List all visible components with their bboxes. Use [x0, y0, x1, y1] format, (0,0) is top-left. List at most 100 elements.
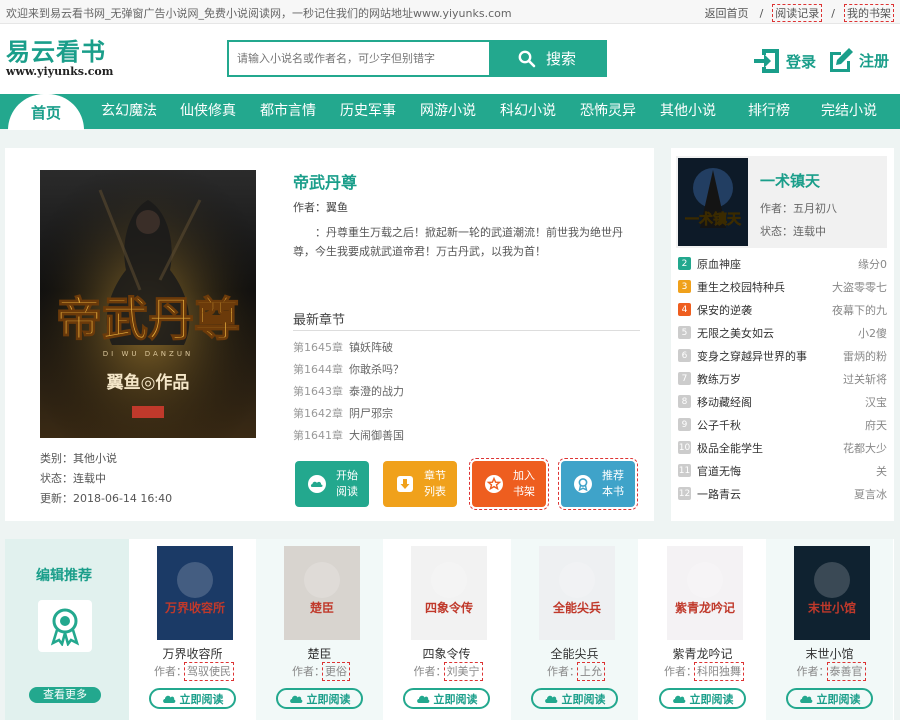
recommend-author-name[interactable]: 驾驭使民 — [184, 662, 234, 681]
home-link[interactable]: 返回首页 — [703, 5, 751, 21]
chapter-name: 镇妖阵破 — [349, 341, 393, 354]
book-cover[interactable]: 帝武丹尊 DI WU DANZUN 翼鱼◎作品 — [40, 170, 256, 438]
book-title[interactable]: 帝武丹尊 — [293, 169, 357, 193]
site-logo[interactable]: 易云看书 www.yiyunks.com — [6, 38, 113, 78]
chapter-link[interactable]: 第1644章 你敢杀吗？ — [293, 361, 404, 377]
nav-item-ranking[interactable]: 排行榜 — [748, 94, 790, 129]
register-button[interactable]: 注册 — [827, 46, 889, 74]
action-top: 开始 — [336, 469, 358, 482]
search-button[interactable]: 搜索 — [489, 42, 605, 75]
rank-number: 9 — [678, 418, 691, 431]
ranking-item[interactable]: 11 官道无悔关 — [678, 459, 887, 482]
ranking-item[interactable]: 5 无限之美女如云 小2傻 — [678, 321, 887, 344]
read-now-button[interactable]: 立即阅读 — [276, 688, 363, 709]
ranking-title[interactable]: 公子千秋 — [697, 417, 865, 433]
recommend-author-name[interactable]: 上允 — [577, 662, 605, 681]
recommend-author-name[interactable]: 更俗 — [322, 662, 350, 681]
recommend-author: 作者：上允 — [511, 662, 638, 681]
recommend-author-name[interactable]: 刘美宁 — [443, 662, 483, 681]
recommend-cover[interactable]: 全能尖兵 — [539, 546, 615, 640]
recommend-author: 作者：刘美宁 — [383, 662, 510, 681]
recommend-cover[interactable]: 楚臣 — [284, 546, 360, 640]
chapter-link[interactable]: 第1643章 泰澄的战力 — [293, 383, 404, 399]
ranking-title[interactable]: 极品全能学生 — [697, 440, 843, 456]
featured-book[interactable]: 一术镇天 一术镇天 作者：五月初八 状态：连载中 — [676, 156, 887, 248]
ranking-title[interactable]: 官道无悔 — [697, 463, 876, 479]
see-more-button[interactable]: 查看更多 — [29, 687, 101, 703]
recommend-title[interactable]: 全能尖兵 — [511, 645, 638, 662]
start-reading-button[interactable]: 开始 阅读 — [295, 461, 369, 507]
nav-item-fantasy[interactable]: 玄幻魔法 — [101, 94, 157, 129]
recommend-title[interactable]: 楚臣 — [256, 645, 383, 662]
login-button[interactable]: 登录 — [752, 46, 816, 76]
ranking-item[interactable]: 7 教练万岁 过关斩将 — [678, 367, 887, 390]
ranking-author: 关 — [876, 464, 887, 478]
recommend-author-name[interactable]: 科阳独舞 — [694, 662, 744, 681]
recommend-title[interactable]: 万界收容所 — [129, 645, 256, 662]
ranking-title[interactable]: 变身之穿越异世界的事 — [697, 348, 843, 364]
chapter-link[interactable]: 第1645章 镇妖阵破 — [293, 339, 393, 355]
read-now-label: 立即阅读 — [179, 692, 224, 706]
chapter-link[interactable]: 第1641章 大闹御善国 — [293, 427, 404, 443]
ranking-title[interactable]: 教练万岁 — [697, 371, 843, 387]
recommend-author: 作者：驾驭使民 — [129, 662, 256, 681]
latest-chapters-heading: 最新章节 — [293, 309, 640, 331]
featured-title[interactable]: 一术镇天 — [760, 170, 820, 191]
recommend-cover[interactable]: 紫青龙吟记 — [667, 546, 743, 640]
register-icon — [830, 48, 853, 72]
recommend-cover[interactable]: 四象令传 — [411, 546, 487, 640]
ranking-item[interactable]: 2 原血神座 缘分0 — [678, 252, 887, 275]
chapter-link[interactable]: 第1642章 阴尸邪宗 — [293, 405, 393, 421]
reading-history-link[interactable]: 阅读记录 — [772, 4, 823, 22]
ranking-item[interactable]: 8 移动藏经阁 汉宝 — [678, 390, 887, 413]
nav-item-home[interactable]: 首页 — [8, 94, 84, 130]
nav-item-history[interactable]: 历史军事 — [340, 94, 396, 129]
chapter-number: 第1642章 — [293, 407, 343, 420]
nav-item-urban[interactable]: 都市言情 — [260, 94, 316, 129]
add-to-shelf-button[interactable]: 加入 书架 — [469, 458, 549, 510]
recommend-title[interactable]: 四象令传 — [383, 645, 510, 662]
ranking-title[interactable]: 重生之校园特种兵 — [697, 279, 832, 295]
rank-number: 6 — [678, 349, 691, 362]
ranking-title[interactable]: 一路青云 — [697, 486, 854, 502]
rank-number: 2 — [678, 257, 691, 270]
nav-item-scifi[interactable]: 科幻小说 — [500, 94, 556, 129]
recommend-book-button[interactable]: 推荐 本书 — [558, 458, 638, 510]
cover-pinyin: DI WU DANZUN — [103, 350, 193, 358]
read-now-button[interactable]: 立即阅读 — [659, 688, 746, 709]
search-input[interactable] — [229, 42, 489, 75]
recommend-title[interactable]: 紫青龙吟记 — [639, 645, 766, 662]
recommend-title[interactable]: 末世小馆 — [766, 645, 893, 662]
ranking-item[interactable]: 10 极品全能学生 花都大少 — [678, 436, 887, 459]
my-bookshelf-link[interactable]: 我的书架 — [844, 4, 894, 22]
recommend-cover[interactable]: 万界收容所 — [157, 546, 233, 640]
ranking-title[interactable]: 移动藏经阁 — [697, 394, 865, 410]
nav-item-game[interactable]: 网游小说 — [420, 94, 476, 129]
ranking-title[interactable]: 保安的逆袭 — [697, 302, 832, 318]
read-now-label: 立即阅读 — [816, 692, 861, 706]
cloud-icon — [162, 695, 175, 703]
nav-item-xianxia[interactable]: 仙侠修真 — [180, 94, 236, 129]
ranking-item[interactable]: 12 一路青云 夏言冰 — [678, 482, 887, 505]
nav-item-other[interactable]: 其他小说 — [660, 94, 716, 129]
ranking-title[interactable]: 原血神座 — [697, 256, 858, 272]
ranking-item[interactable]: 3 重生之校园特种兵 大盗零零七 — [678, 275, 887, 298]
ranking-item[interactable]: 4 保安的逆袭 夜幕下的九 — [678, 298, 887, 321]
ranking-item[interactable]: 6 变身之穿越异世界的事 雷炳的粉 — [678, 344, 887, 367]
read-now-button[interactable]: 立即阅读 — [149, 688, 236, 709]
featured-cover[interactable]: 一术镇天 — [678, 158, 748, 246]
nav-item-horror[interactable]: 恐怖灵异 — [580, 94, 636, 129]
nav-item-completed[interactable]: 完结小说 — [821, 94, 877, 129]
ranking-title[interactable]: 无限之美女如云 — [697, 325, 858, 341]
login-icon — [754, 49, 779, 73]
recommend-author-name[interactable]: 泰善官 — [826, 662, 866, 681]
chapter-list-button[interactable]: 章节 列表 — [383, 461, 457, 507]
ranking-item[interactable]: 9 公子千秋 府天 — [678, 413, 887, 436]
read-now-button[interactable]: 立即阅读 — [531, 688, 618, 709]
chapter-number: 第1643章 — [293, 385, 343, 398]
recommend-cover[interactable]: 末世小馆 — [794, 546, 870, 640]
read-now-button[interactable]: 立即阅读 — [403, 688, 490, 709]
author-name[interactable]: 翼鱼 — [326, 201, 348, 214]
read-now-button[interactable]: 立即阅读 — [786, 688, 873, 709]
action-top: 加入 — [513, 469, 535, 482]
